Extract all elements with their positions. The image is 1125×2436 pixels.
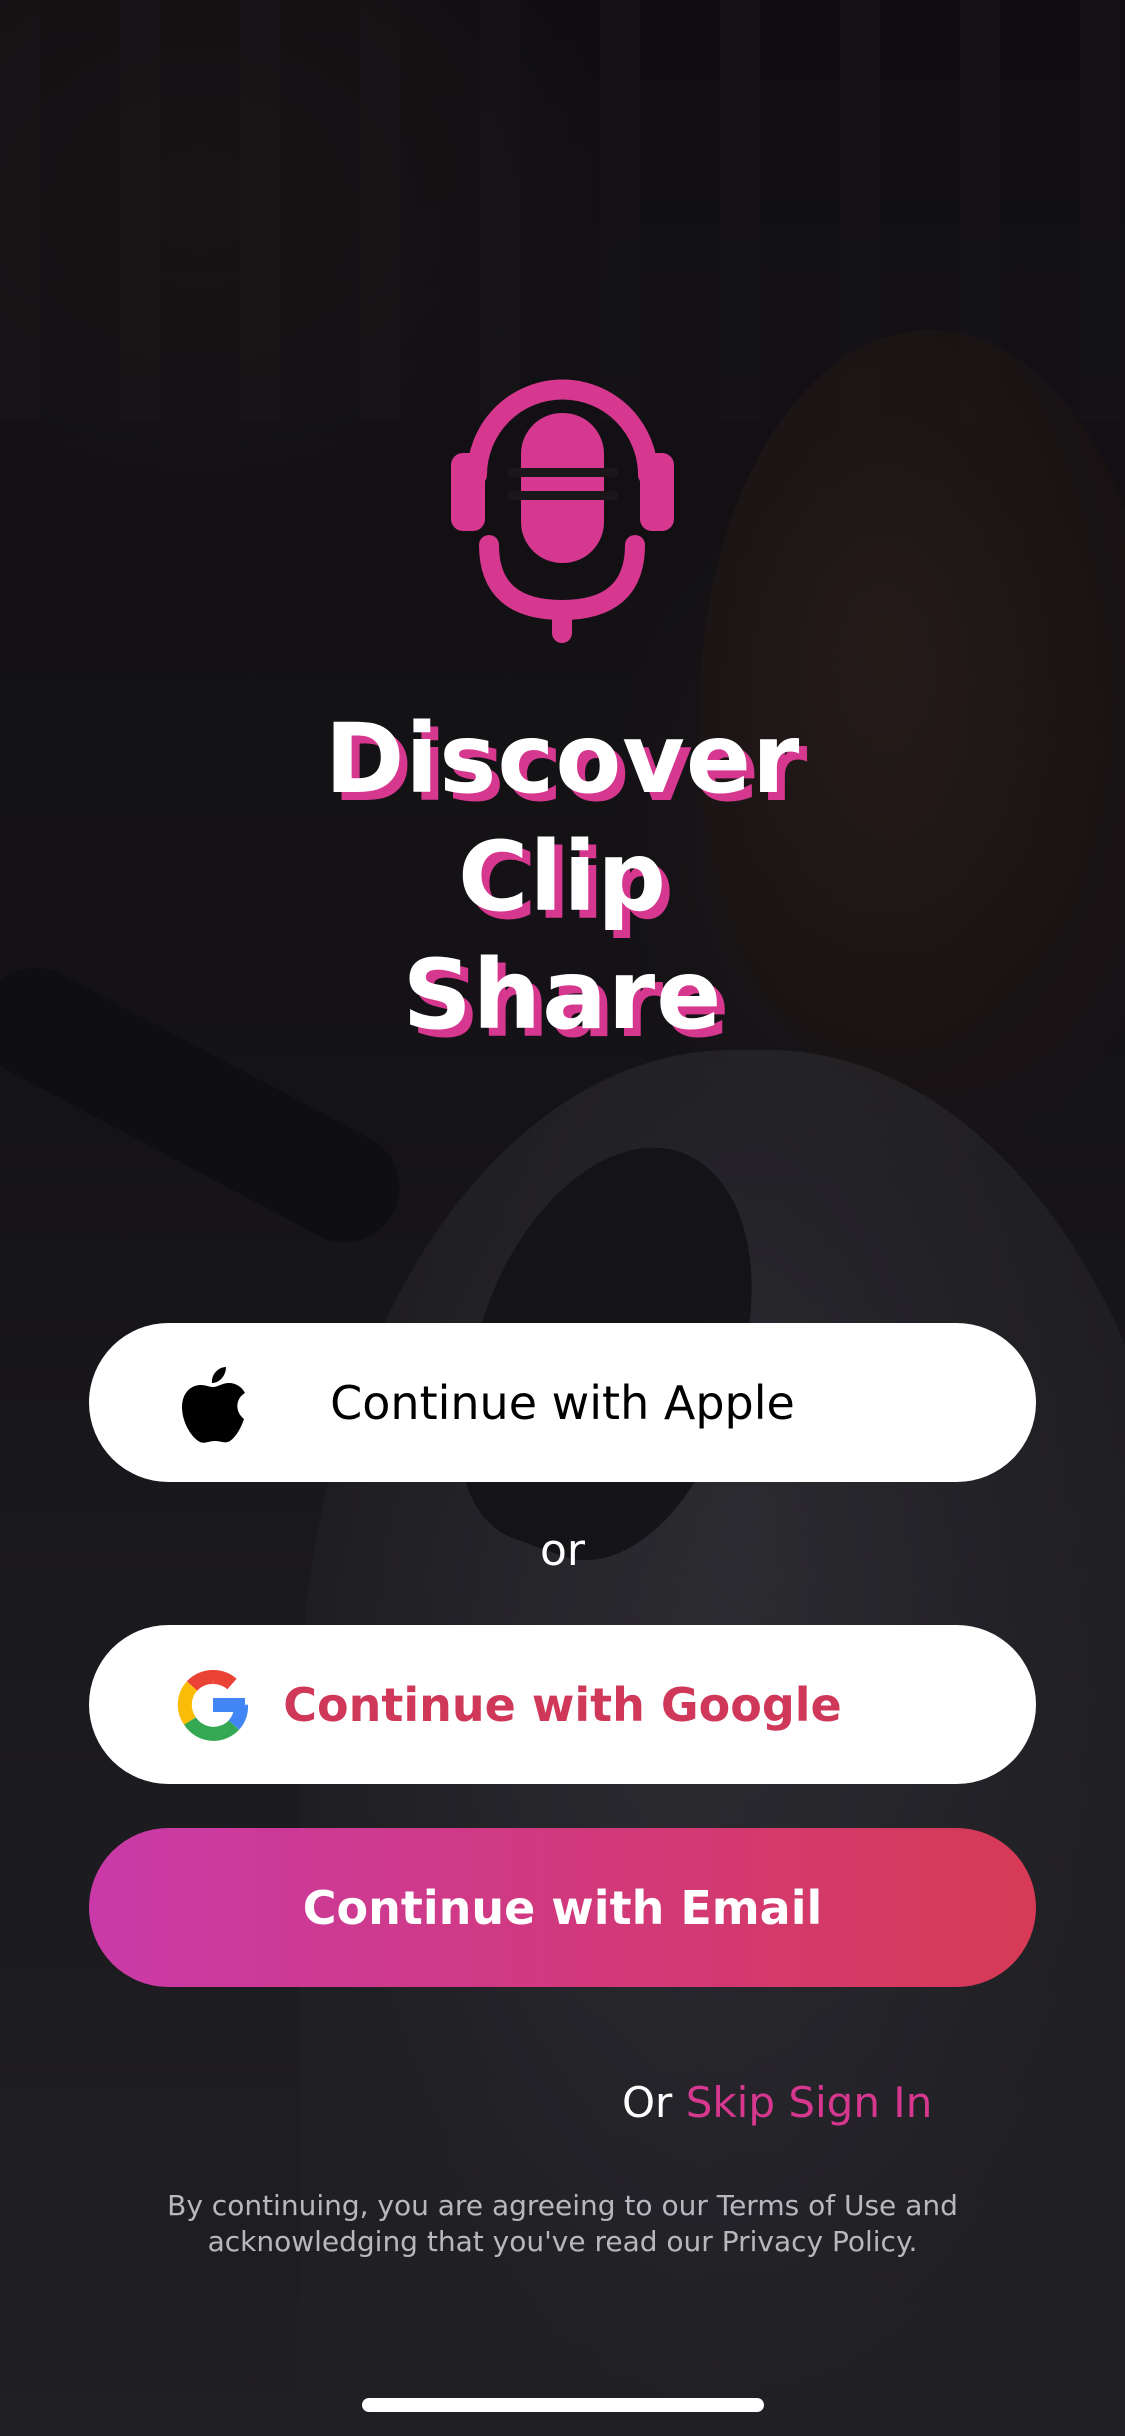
continue-with-google-button[interactable]: Continue with Google [89,1625,1036,1784]
continue-with-apple-button[interactable]: Continue with Apple [89,1323,1036,1482]
legal-line-2: acknowledging that you've read our Priva… [207,2225,918,2258]
apple-button-label: Continue with Apple [330,1375,795,1430]
tagline-line-2: Clip [458,821,667,933]
skip-sign-in-row: Or Skip Sign In [622,2078,932,2127]
apple-logo-icon [169,1359,257,1447]
or-separator: or [539,1525,585,1576]
home-indicator[interactable] [362,2398,764,2412]
google-logo-icon [169,1661,257,1749]
skip-sign-in-link[interactable]: Skip Sign In [686,2078,933,2127]
tagline-line-1: Discover [324,703,801,815]
email-button-label: Continue with Email [302,1880,823,1935]
legal-disclaimer: By continuing, you are agreeing to our T… [130,2188,995,2260]
skip-prefix: Or [622,2078,673,2127]
continue-with-email-button[interactable]: Continue with Email [89,1828,1036,1987]
tagline-line-3: Share [402,939,723,1051]
google-button-label: Continue with Google [283,1677,842,1732]
legal-line-1: By continuing, you are agreeing to our T… [167,2189,958,2222]
app-tagline: Discover Clip Share [0,700,1125,1054]
podcast-headphones-mic-icon [449,355,676,645]
